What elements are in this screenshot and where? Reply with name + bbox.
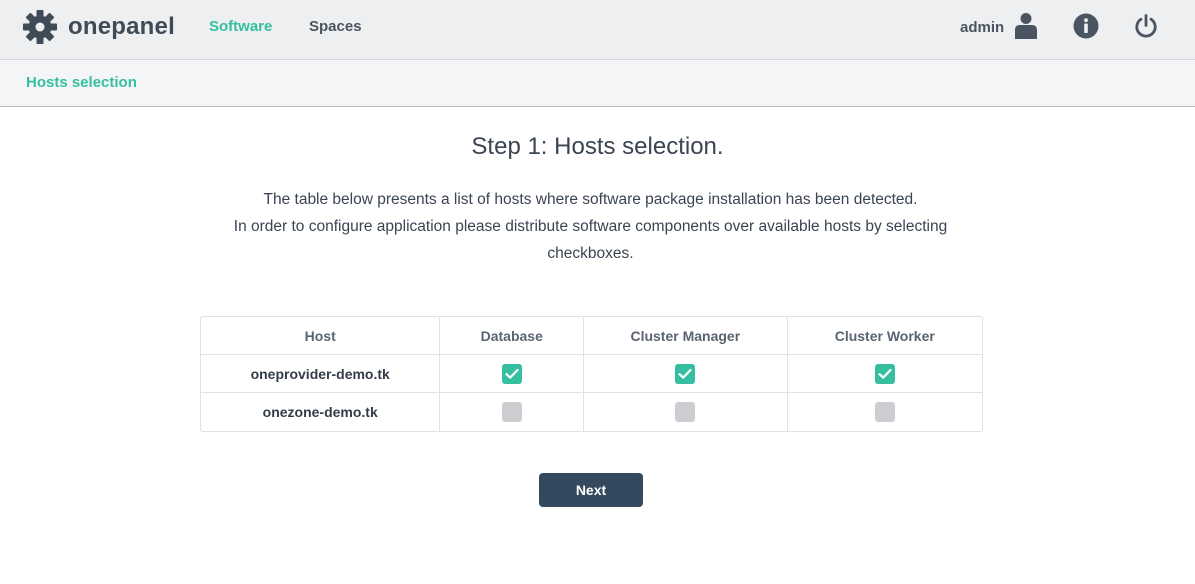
database-cell <box>440 393 585 431</box>
info-icon[interactable] <box>1073 13 1099 39</box>
page-description: The table below presents a list of hosts… <box>200 186 981 267</box>
gear-icon[interactable] <box>23 10 57 44</box>
cluster-manager-cell <box>584 355 788 393</box>
description-line-1: The table below presents a list of hosts… <box>263 191 918 208</box>
cluster-manager-checkbox[interactable] <box>675 402 696 422</box>
cluster-worker-cell <box>787 355 982 393</box>
column-header-cluster-manager: Cluster Manager <box>584 317 788 355</box>
table-header-row: Host Database Cluster Manager Cluster Wo… <box>201 317 982 355</box>
cluster-manager-checkbox[interactable] <box>675 363 696 384</box>
host-name-cell: onezone-demo.tk <box>201 393 441 431</box>
nav-item-software[interactable]: Software <box>209 18 272 35</box>
database-checkbox[interactable] <box>501 363 522 384</box>
top-bar: onepanel Software Spaces admin <box>0 0 1195 60</box>
checkmark-icon <box>878 368 892 379</box>
checkmark-icon <box>678 368 692 379</box>
host-name-cell: oneprovider-demo.tk <box>201 355 441 393</box>
next-button[interactable]: Next <box>539 473 643 507</box>
page-title: Step 1: Hosts selection. <box>471 133 724 160</box>
column-header-host: Host <box>201 317 441 355</box>
sub-header: Hosts selection <box>0 60 1195 107</box>
cluster-worker-checkbox[interactable] <box>874 363 895 384</box>
table-row: onezone-demo.tk <box>201 393 982 431</box>
description-line-2: In order to configure application please… <box>233 218 948 262</box>
user-icon[interactable] <box>1014 12 1038 39</box>
column-header-cluster-worker: Cluster Worker <box>787 317 982 355</box>
database-cell <box>440 355 585 393</box>
database-checkbox[interactable] <box>501 402 522 422</box>
hosts-table: Host Database Cluster Manager Cluster Wo… <box>200 316 983 432</box>
app-logo-text[interactable]: onepanel <box>68 13 175 41</box>
table-row: oneprovider-demo.tk <box>201 355 982 393</box>
cluster-worker-checkbox[interactable] <box>874 402 895 422</box>
nav-item-spaces[interactable]: Spaces <box>309 18 362 35</box>
checkmark-icon <box>505 368 519 379</box>
cluster-manager-cell <box>584 393 788 431</box>
cluster-worker-cell <box>788 393 982 431</box>
column-header-database: Database <box>440 317 585 355</box>
power-icon[interactable] <box>1133 13 1159 39</box>
breadcrumb-hosts-selection[interactable]: Hosts selection <box>26 74 137 91</box>
user-name[interactable]: admin <box>960 19 1004 36</box>
